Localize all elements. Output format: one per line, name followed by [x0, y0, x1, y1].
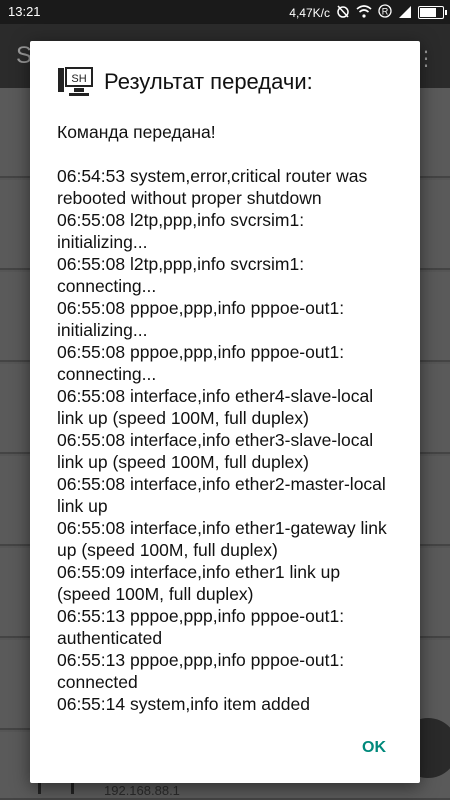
log-line: 06:55:08 l2tp,ppp,info svcrsim1: initial…	[57, 210, 305, 252]
dialog-header: SH Результат передачи:	[30, 41, 420, 119]
log-line: 06:55:13 pppoe,ppp,info pppoe-out1: conn…	[57, 650, 345, 692]
dialog-message: Команда передана!	[57, 122, 216, 142]
sh-terminal-icon: SH	[57, 67, 93, 99]
list-item-ip: 192.168.88.1	[104, 783, 180, 798]
status-icons: 4,47K/c R	[289, 4, 447, 21]
status-time: 13:21	[8, 4, 41, 19]
wifi-icon	[356, 4, 372, 21]
battery-fill	[420, 8, 436, 17]
log-line: 06:55:08 interface,info ether1-gateway l…	[57, 518, 387, 560]
log-line: 06:55:08 pppoe,ppp,info pppoe-out1: conn…	[57, 342, 345, 384]
log-line: 06:55:08 l2tp,ppp,info svcrsim1: connect…	[57, 254, 305, 296]
log-line: 06:55:13 pppoe,ppp,info pppoe-out1: auth…	[57, 606, 345, 648]
dialog-actions: OK	[30, 715, 420, 783]
transfer-result-dialog: SH Результат передачи: Команда передана!…	[30, 41, 420, 783]
net-speed: 4,47K/c	[289, 5, 330, 20]
dialog-title: Результат передачи:	[104, 69, 313, 94]
log-line: 06:55:09 interface,info ether1 link up (…	[57, 562, 341, 604]
signal-icon	[398, 5, 412, 21]
r-icon: R	[378, 4, 392, 21]
sh-icon-text: SH	[71, 73, 86, 85]
log-line: 06:55:08 interface,info ether3-slave-loc…	[57, 430, 374, 472]
log-line: 06:55:14 system,info item added	[57, 694, 310, 714]
alarm-icon	[336, 4, 350, 21]
log-line: 06:55:08 pppoe,ppp,info pppoe-out1: init…	[57, 298, 345, 340]
ok-button[interactable]: OK	[362, 739, 386, 757]
r-icon-glyph: R	[382, 7, 389, 17]
log-line: 06:54:53 system,error,critical router wa…	[57, 166, 368, 208]
log-line: 06:55:08 interface,info ether4-slave-loc…	[57, 386, 374, 428]
log-output: 06:54:53 system,error,critical router wa…	[57, 165, 397, 715]
battery-icon	[418, 6, 447, 19]
log-line: 06:55:08 interface,info ether2-master-lo…	[57, 474, 386, 516]
dialog-content[interactable]: Команда передана! 06:54:53 system,error,…	[57, 121, 397, 715]
status-bar: 13:21 4,47K/c R	[0, 0, 450, 24]
